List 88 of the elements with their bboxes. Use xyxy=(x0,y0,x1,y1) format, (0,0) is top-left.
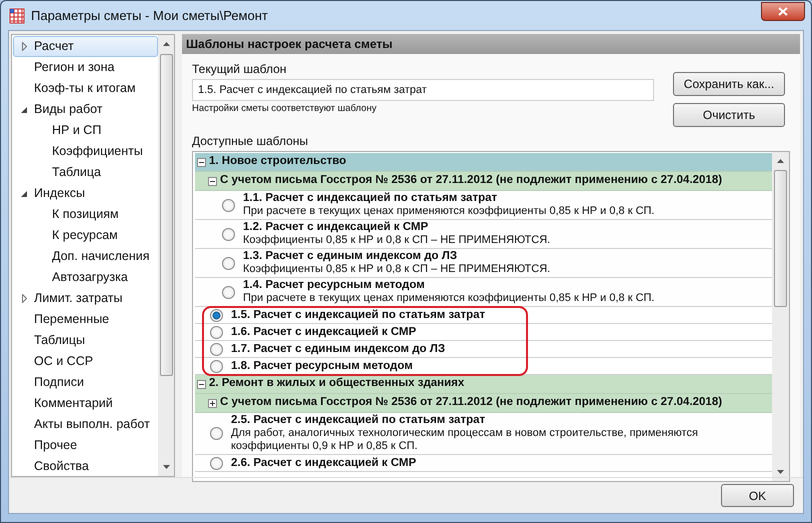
sidebar-item[interactable]: Виды работ xyxy=(13,99,108,120)
template-row[interactable]: 1.1. Расчет с индексацией по статьям затрат При расчете в текущих ценах применяются коэффициенты 0,85 к НР и 0,8 к СП. xyxy=(195,191,772,220)
sidebar-item[interactable]: Свойства xyxy=(13,456,94,477)
sidebar-item[interactable]: Лимит. затраты xyxy=(13,288,128,309)
radio-button[interactable] xyxy=(210,308,223,322)
collapsed-arrow-icon[interactable] xyxy=(22,294,26,303)
group-header[interactable]: 1. Новое строительство xyxy=(195,153,772,172)
sidebar-item[interactable]: Индексы xyxy=(13,183,90,204)
option-title: 1.3. Расчет с единым индексом до ЛЗ xyxy=(243,250,458,263)
template-row[interactable]: 1.5. Расчет с индексацией по статьям затрат xyxy=(195,307,772,324)
expanded-arrow-icon[interactable] xyxy=(21,106,27,112)
section-label: Доступные шаблоны xyxy=(192,133,310,149)
radio-button[interactable] xyxy=(210,456,223,470)
template-row[interactable]: 1.6. Расчет с индексацией к СМР xyxy=(195,324,772,341)
subgroup-title: С учетом письма Госстроя № 2536 от 27.11.2012 (не подлежит применению с 27.04.2018) xyxy=(220,173,722,188)
sidebar-item[interactable]: Таблица xyxy=(13,162,106,183)
scroll-up-icon[interactable] xyxy=(162,42,170,46)
template-row[interactable]: 1.7. Расчет с единым индексом до ЛЗ xyxy=(195,341,772,358)
radio-button[interactable] xyxy=(222,286,235,298)
collapsed-arrow-icon[interactable] xyxy=(22,42,26,51)
sidebar-item[interactable]: Комментарий xyxy=(13,393,118,414)
radio-button[interactable] xyxy=(210,360,223,372)
option-title: 1.6. Расчет с индексацией к СМР xyxy=(231,326,416,338)
action-button[interactable]: Очистить xyxy=(673,103,785,127)
sidebar-item[interactable]: Коэф-ты к итогам xyxy=(13,78,141,99)
field-label: Текущий шаблон xyxy=(192,61,288,77)
sidebar-item[interactable]: К позициям xyxy=(13,204,124,225)
grid-icon xyxy=(9,8,25,24)
action-button[interactable]: Сохранить как... xyxy=(673,72,785,96)
template-row[interactable]: 1.8. Расчет ресурсным методом xyxy=(195,358,772,375)
option-description: Для работ, аналогичных технологическим процессам в новом строительстве, применяются коэффициенты 0,9 к НР и 0,85 к СП. xyxy=(231,427,699,453)
template-row[interactable]: 1.2. Расчет с индексацией к СМР Коэффициенты 0,85 к НР и 0,8 к СП – НЕ ПРИМЕНЯЮТСЯ. xyxy=(195,220,772,249)
scroll-down-icon[interactable] xyxy=(777,470,784,474)
option-title: 1.4. Расчет ресурсным методом xyxy=(243,279,426,292)
scrollbar[interactable] xyxy=(158,35,174,476)
option-title: 2.6. Расчет с индексацией к СМР xyxy=(231,456,416,470)
option-title: 1.1. Расчет с индексацией по статьям затрат xyxy=(243,192,498,205)
option-title: 1.7. Расчет с единым индексом до ЛЗ xyxy=(231,342,446,356)
template-row[interactable]: 1.3. Расчет с единым индексом до ЛЗ Коэффициенты 0,85 к НР и 0,8 к СП – НЕ ПРИМЕНЯЮТСЯ. xyxy=(195,249,772,278)
radio-button[interactable] xyxy=(222,256,235,270)
close-icon xyxy=(778,6,788,16)
sidebar-item[interactable]: Подписи xyxy=(13,372,89,393)
option-title: 1.5. Расчет с индексацией по статьям затрат xyxy=(231,308,486,322)
scrollbar-thumb[interactable] xyxy=(774,170,787,307)
template-row[interactable]: 1.4. Расчет ресурсным методом При расчете в текущих ценах применяются коэффициенты 0,85 к НР и 0,8 к СП. xyxy=(195,278,772,307)
template-status-text: Настройки сметы соответствуют шаблону xyxy=(192,102,378,116)
radio-button[interactable] xyxy=(222,228,235,240)
sidebar-item[interactable]: Коэффициенты xyxy=(13,141,148,162)
close-button[interactable] xyxy=(761,2,805,20)
sidebar-item[interactable]: Регион и зона xyxy=(13,57,120,78)
option-description: При расчете в текущих ценах применяются коэффициенты 0,85 к НР и 0,8 к СП. xyxy=(243,292,654,305)
subgroup-title: С учетом письма Госстроя № 2536 от 27.11.2012 (не подлежит применению с 27.04.2018) xyxy=(220,395,722,410)
radio-button[interactable] xyxy=(222,198,235,212)
scroll-down-icon[interactable] xyxy=(162,465,170,469)
sidebar-item[interactable]: НР и СП xyxy=(13,120,106,141)
group-header[interactable]: 2. Ремонт в жилых и общественных зданиях xyxy=(195,375,772,394)
option-title: 1.2. Расчет с индексацией к СМР xyxy=(243,221,430,234)
option-description: Коэффициенты 0,85 к НР и 0,8 к СП – НЕ ПРИМЕНЯЮТСЯ. xyxy=(243,263,550,276)
option-title: 1.8. Расчет ресурсным методом xyxy=(231,360,413,372)
collapse-icon[interactable] xyxy=(208,176,217,186)
sidebar-item[interactable]: Переменные xyxy=(13,309,114,330)
radio-button[interactable] xyxy=(210,342,223,356)
expanded-arrow-icon[interactable] xyxy=(21,190,27,196)
radio-button[interactable] xyxy=(210,326,223,338)
expand-icon[interactable] xyxy=(208,398,217,408)
template-row[interactable]: 2.6. Расчет с индексацией к СМР xyxy=(195,455,772,472)
ok-button[interactable]: OK xyxy=(721,484,794,507)
template-row[interactable]: 2.5. Расчет с индексацией по статьям затрат Для работ, аналогичных технологическим процессам в новом строительстве, применяются коэффициенты 0,9 к НР и 0,85 к СП. xyxy=(195,413,772,455)
option-description: Коэффициенты 0,85 к НР и 0,8 к СП – НЕ ПРИМЕНЯЮТСЯ. xyxy=(243,234,550,247)
sidebar-item[interactable]: Прочее xyxy=(13,435,82,456)
window-title: Параметры сметы - Мои сметы\Ремонт xyxy=(31,6,268,25)
panel-header: Шаблоны настроек расчета сметы xyxy=(182,34,800,54)
sidebar-item[interactable]: Доп. начисления xyxy=(13,246,154,267)
sidebar-item[interactable]: Акты выполн. работ xyxy=(13,414,155,435)
sidebar-item[interactable]: К ресурсам xyxy=(13,225,123,246)
radio-button[interactable] xyxy=(210,427,223,440)
current-template-field[interactable]: 1.5. Расчет с индексацией по статьям затрат xyxy=(192,79,654,101)
sidebar-item[interactable]: Расчет xyxy=(13,36,158,57)
scrollbar[interactable] xyxy=(772,152,789,481)
sidebar-item[interactable]: Автозагрузка xyxy=(13,267,133,288)
collapse-icon[interactable] xyxy=(197,158,206,166)
collapse-icon[interactable] xyxy=(197,380,206,388)
scroll-up-icon[interactable] xyxy=(777,159,784,163)
sidebar-item[interactable]: Таблицы xyxy=(13,330,90,351)
scrollbar-thumb[interactable] xyxy=(160,54,172,376)
option-description: При расчете в текущих ценах применяются коэффициенты 0,85 к НР и 0,8 к СП. xyxy=(243,205,654,218)
option-title: 2.5. Расчет с индексацией по статьям затрат xyxy=(231,414,486,427)
sidebar-item[interactable]: ОС и ССР xyxy=(13,351,98,372)
